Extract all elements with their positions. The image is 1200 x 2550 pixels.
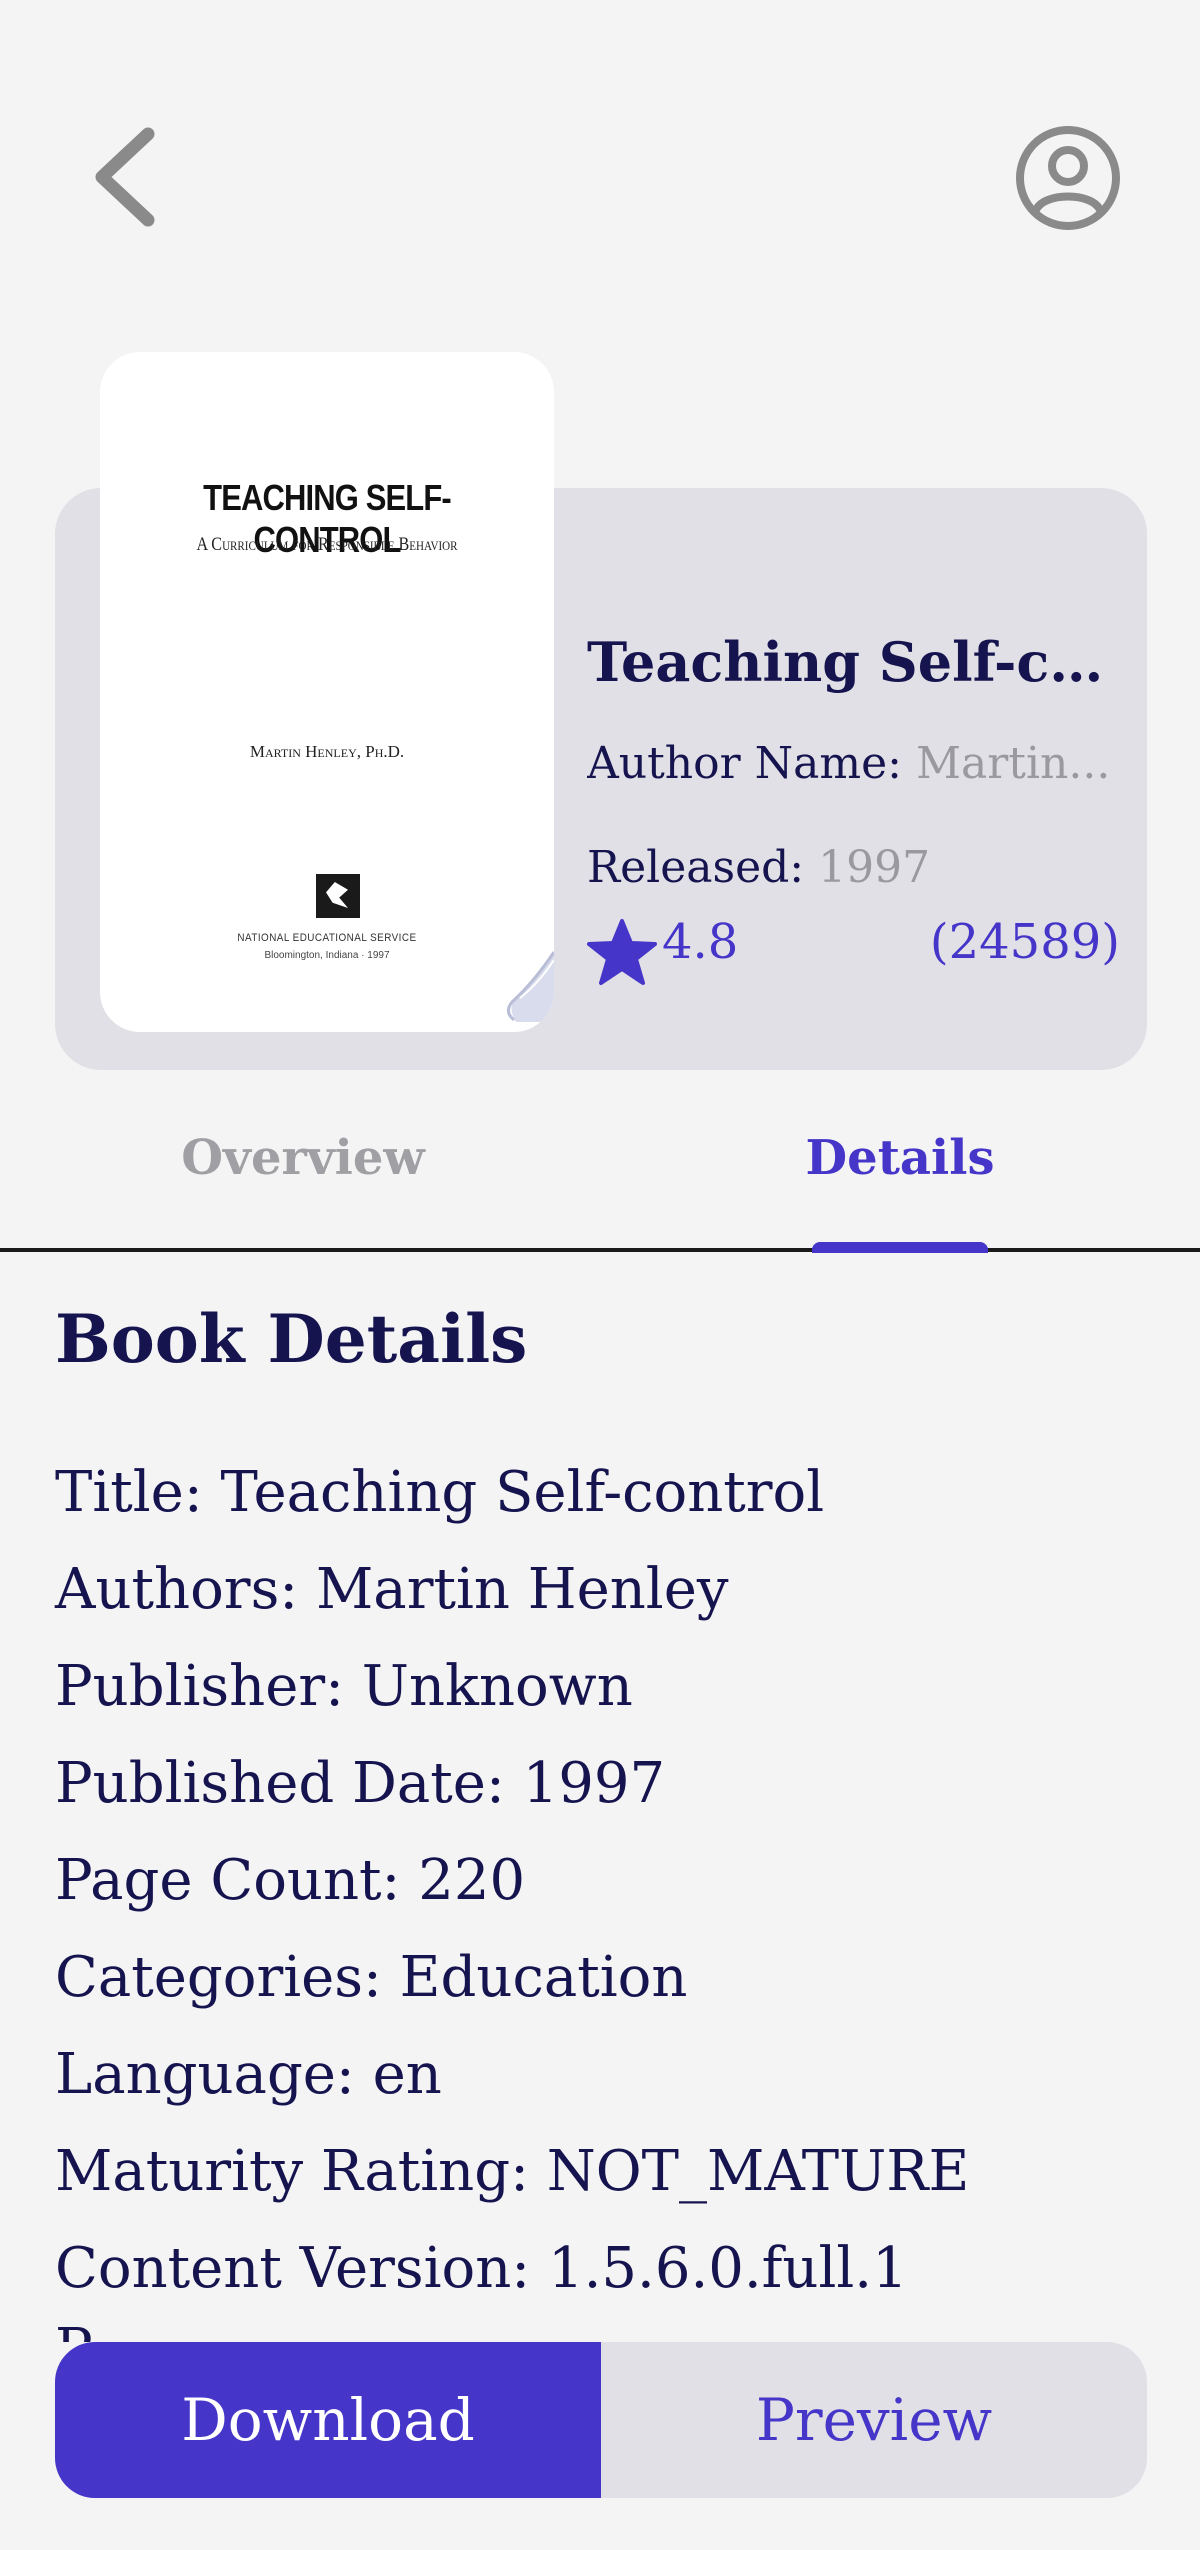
- publisher-logo-icon: [316, 874, 360, 918]
- section-title: Book Details: [55, 1300, 528, 1378]
- back-button[interactable]: [88, 122, 168, 232]
- rating-count: (24589): [929, 914, 1120, 970]
- author-value: Martin...: [915, 738, 1111, 789]
- cover-place: Bloomington, Indiana · 1997: [264, 950, 390, 961]
- cover-publisher: NATIONAL EDUCATIONAL SERVICE: [237, 932, 417, 944]
- tab-divider: [0, 1248, 1200, 1252]
- cover-subtitle: A Curriculum for Responsible Behavior: [196, 534, 458, 555]
- detail-page-count: Page Count: 220: [55, 1848, 526, 1913]
- detail-maturity-rating: Maturity Rating: NOT_MATURE: [55, 2139, 970, 2204]
- profile-button[interactable]: [1014, 124, 1122, 232]
- tab-details[interactable]: Details: [700, 1130, 1100, 1186]
- author-label: Author Name:: [587, 738, 902, 789]
- book-cover[interactable]: TEACHING SELF-CONTROL A Curriculum for R…: [100, 352, 554, 1032]
- book-details-screen: TEACHING SELF-CONTROL A Curriculum for R…: [0, 0, 1200, 2550]
- preview-button[interactable]: Preview: [601, 2342, 1147, 2498]
- active-tab-indicator: [812, 1242, 988, 1253]
- detail-publisher: Publisher: Unknown: [55, 1654, 633, 1719]
- released-value: 1997: [818, 842, 931, 893]
- detail-partial-line: P: [55, 2320, 95, 2342]
- rating-value: 4.8: [662, 914, 739, 970]
- released-label: Released:: [587, 842, 805, 893]
- cover-author: Martin Henley, Ph.D.: [249, 742, 405, 761]
- detail-authors: Authors: Martin Henley: [55, 1557, 729, 1622]
- author-line: Author Name: Martin...: [587, 738, 1127, 789]
- detail-title: Title: Teaching Self-control: [55, 1460, 825, 1525]
- page-curl-icon: [507, 951, 554, 1022]
- action-bar: Download Preview: [55, 2342, 1147, 2498]
- detail-categories: Categories: Education: [55, 1945, 688, 2010]
- chevron-left-icon: [95, 127, 155, 227]
- released-line: Released: 1997: [587, 842, 1127, 893]
- tab-overview[interactable]: Overview: [103, 1130, 503, 1186]
- detail-language: Language: en: [55, 2042, 442, 2107]
- detail-published-date: Published Date: 1997: [55, 1751, 666, 1816]
- book-title: Teaching Self-co...: [587, 630, 1127, 694]
- detail-content-version: Content Version: 1.5.6.0.full.1: [55, 2236, 908, 2301]
- download-button[interactable]: Download: [55, 2342, 601, 2498]
- star-icon: [587, 919, 657, 985]
- user-circle-icon: [1016, 126, 1120, 230]
